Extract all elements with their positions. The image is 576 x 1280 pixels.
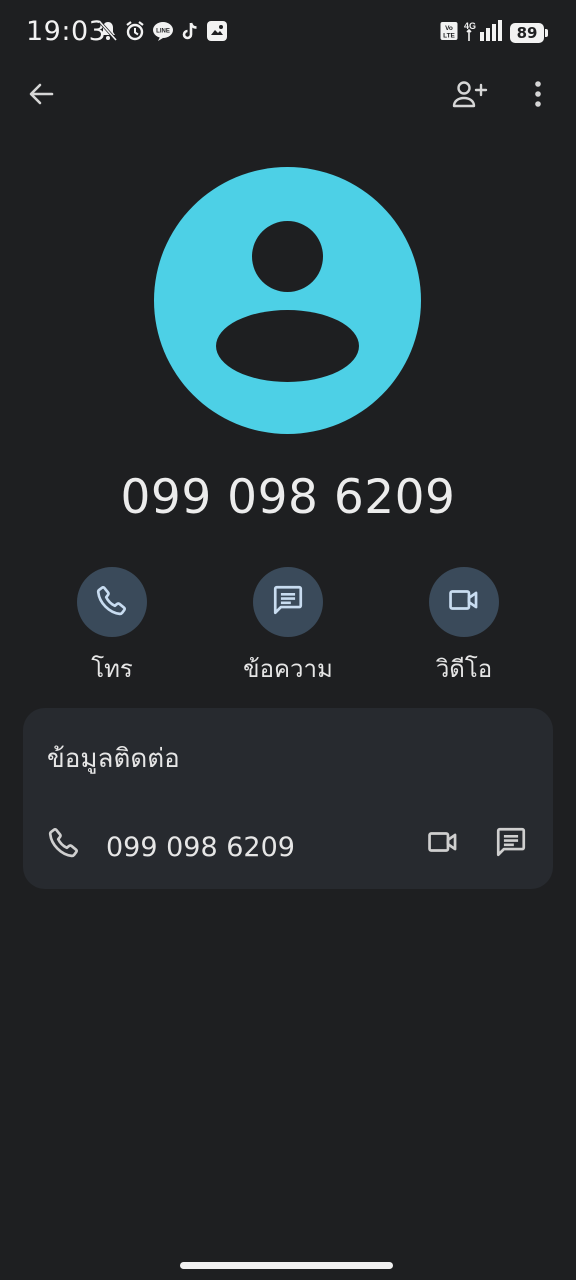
arrow-back-icon <box>27 80 55 112</box>
add-contact-button[interactable] <box>446 72 494 120</box>
call-button[interactable] <box>77 567 147 637</box>
top-app-bar <box>0 72 576 122</box>
phone-icon <box>95 583 129 621</box>
video-button[interactable] <box>429 567 499 637</box>
video-action[interactable]: วิดีโอ <box>394 567 534 688</box>
bell-off-icon <box>98 20 118 42</box>
volte-icon: Vo LTE <box>440 21 458 45</box>
more-vert-icon <box>533 80 543 112</box>
svg-text:LTE: LTE <box>443 33 455 40</box>
contact-info-card: ข้อมูลติดต่อ 099 098 6209 <box>23 708 553 889</box>
svg-text:LINE: LINE <box>156 29 170 35</box>
line-app-icon: LINE <box>152 21 174 41</box>
svg-text:4G: 4G <box>464 21 476 31</box>
contact-info-title: ข้อมูลติดต่อ <box>47 744 180 774</box>
contact-title: 099 098 6209 <box>120 470 456 525</box>
battery-indicator: 89 <box>510 23 548 43</box>
avatar-head <box>252 221 323 292</box>
phone-number-text: 099 098 6209 <box>106 832 295 863</box>
contact-avatar <box>154 167 421 434</box>
avatar-body <box>216 310 359 382</box>
gallery-icon <box>206 20 228 42</box>
more-options-button[interactable] <box>514 72 562 120</box>
status-bar: 19:03 LINE Vo LTE 4G 89 <box>0 0 576 64</box>
video-label: วิดีโอ <box>435 655 493 683</box>
alarm-icon <box>125 20 145 42</box>
status-notification-icons: LINE <box>98 20 228 42</box>
phone-number-row[interactable]: 099 098 6209 <box>23 814 553 874</box>
video-call-button[interactable] <box>419 820 467 868</box>
phone-icon <box>47 825 81 863</box>
quick-actions: โทร ข้อความ วิดีโอ <box>0 567 576 687</box>
videocam-icon <box>447 583 481 621</box>
contact-screen: 19:03 LINE Vo LTE 4G 89 099 098 6209 โทร… <box>0 0 576 1280</box>
svg-text:Vo: Vo <box>445 25 453 32</box>
back-button[interactable] <box>17 72 65 120</box>
status-time: 19:03 <box>26 16 107 47</box>
message-icon <box>494 825 528 863</box>
person-add-icon <box>452 79 488 113</box>
gesture-navigation-bar[interactable] <box>180 1262 393 1269</box>
call-label: โทร <box>91 655 133 683</box>
send-message-button[interactable] <box>487 820 535 868</box>
message-action[interactable]: ข้อความ <box>218 567 358 688</box>
message-button[interactable] <box>253 567 323 637</box>
signal-4g-icon: 4G <box>464 20 504 46</box>
videocam-icon <box>426 825 460 863</box>
call-action[interactable]: โทร <box>42 567 182 688</box>
message-label: ข้อความ <box>243 655 333 683</box>
status-system-icons: Vo LTE 4G 89 <box>440 20 548 46</box>
message-icon <box>271 583 305 621</box>
tiktok-icon <box>181 21 199 41</box>
